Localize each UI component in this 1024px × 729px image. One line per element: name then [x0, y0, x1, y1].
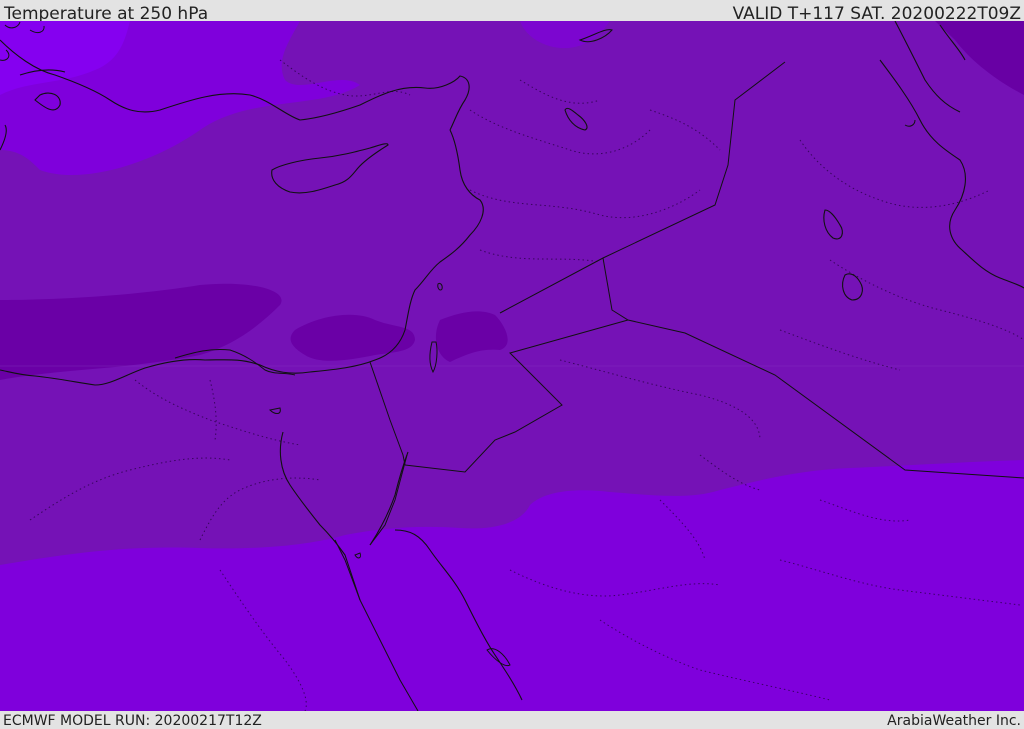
footer-bar: ECMWF MODEL RUN: 20200217T12Z ArabiaWeat…: [0, 711, 1024, 729]
weather-map[interactable]: [0, 21, 1024, 711]
credit-text: ArabiaWeather Inc.: [887, 713, 1021, 729]
header-bar: Temperature at 250 hPa VALID T+117 SAT. …: [0, 0, 1024, 24]
model-run: ECMWF MODEL RUN: 20200217T12Z: [3, 713, 262, 729]
